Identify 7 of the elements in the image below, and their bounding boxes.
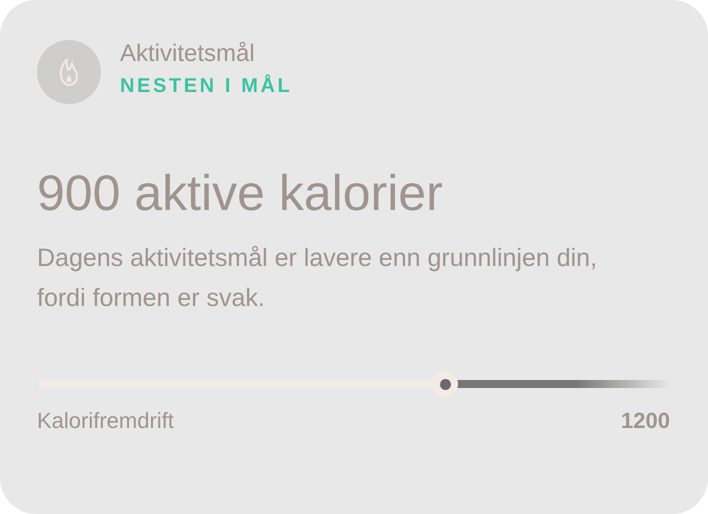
progress-label: Kalorifremdrift <box>37 408 174 434</box>
calorie-headline: 900 aktive kalorier <box>37 166 444 220</box>
goal-value: 1200 <box>621 408 670 434</box>
description-text: Dagens aktivitetsmål er lavere enn grunnlinjen din, fordi formen er svak. <box>37 243 598 314</box>
slider-thumb[interactable] <box>432 371 458 397</box>
status-label: NESTEN I MÅL <box>120 74 292 98</box>
card-title: Aktivitetsmål <box>120 40 256 68</box>
